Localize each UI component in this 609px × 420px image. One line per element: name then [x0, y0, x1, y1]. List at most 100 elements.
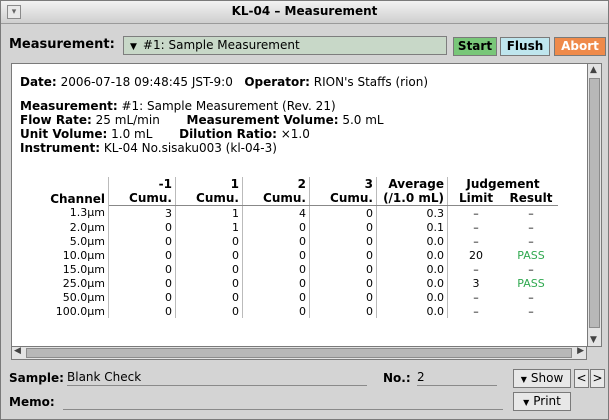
window-title: KL-04 – Measurement: [231, 4, 378, 18]
count-cell: 0: [175, 248, 243, 262]
limit-cell: –: [473, 262, 479, 276]
count-cell: 0: [309, 205, 377, 220]
cumu-header: Cumu.: [175, 191, 243, 206]
count-cell: 0: [108, 262, 176, 276]
scroll-up-icon[interactable]: ▲: [590, 65, 597, 75]
show-button[interactable]: ▼ Show: [513, 369, 571, 388]
count-cell: 0: [175, 290, 243, 304]
count-cell: 0: [175, 262, 243, 276]
count-cell: 0: [242, 220, 310, 234]
channel-cell: 50.0µm: [20, 290, 109, 304]
flow-rate-value: 25 mL/min: [95, 113, 160, 127]
print-button[interactable]: ▼ Print: [513, 392, 571, 411]
result-cell: PASS: [517, 276, 545, 290]
table-row: 10.0µm 0 0 0 0 0.0 20 PASS: [20, 248, 558, 262]
table-row: 25.0µm 0 0 0 0 0.0 3 PASS: [20, 276, 558, 290]
limit-header: Limit: [447, 191, 504, 206]
count-cell: 0: [108, 220, 176, 234]
instrument-label: Instrument:: [20, 141, 101, 155]
average-cell: 0.0: [376, 290, 448, 304]
count-cell: 0: [108, 290, 176, 304]
count-cell: 0: [108, 304, 176, 318]
unit-line: Unit Volume: 1.0 mL Dilution Ratio: ×1.0: [20, 127, 310, 141]
count-cell: 0: [309, 290, 377, 304]
toolbar: Measurement: ▼ #1: Sample Measurement Sta…: [1, 24, 608, 60]
title-bar[interactable]: ▾ KL-04 – Measurement: [1, 1, 608, 24]
next-button[interactable]: >: [590, 369, 605, 388]
count-cell: 0: [175, 234, 243, 248]
table-row: 100.0µm 0 0 0 0 0.0 – –: [20, 304, 558, 318]
prev-button[interactable]: <: [574, 369, 589, 388]
abort-button[interactable]: Abort: [554, 37, 606, 56]
result-cell: –: [528, 220, 534, 234]
flow-line: Flow Rate: 25 mL/min Measurement Volume:…: [20, 113, 384, 127]
operator-label: Operator:: [244, 75, 310, 89]
limit-cell: –: [473, 304, 479, 318]
count-cell: 0: [309, 276, 377, 290]
col-2-header: 2: [242, 177, 310, 191]
info-measurement-value: #1: Sample Measurement (Rev. 21): [121, 99, 336, 113]
count-cell: 0: [309, 234, 377, 248]
scroll-left-icon[interactable]: ◀: [14, 346, 21, 356]
sample-input[interactable]: Blank Check: [67, 369, 367, 386]
cumu-header: Cumu.: [242, 191, 310, 206]
channel-cell: 2.0µm: [20, 220, 109, 234]
count-cell: 0: [242, 248, 310, 262]
table-row: 5.0µm 0 0 0 0 0.0 – –: [20, 234, 558, 248]
show-dropdown-icon: ▼: [520, 375, 527, 384]
judgement-header: Judgement: [466, 177, 540, 191]
result-cell: –: [528, 290, 534, 304]
start-button[interactable]: Start: [453, 37, 497, 56]
scroll-right-icon[interactable]: ▶: [577, 346, 584, 356]
cumu-header: Cumu.: [108, 191, 176, 206]
measurement-label: Measurement:: [9, 37, 115, 52]
channel-cell: 5.0µm: [20, 234, 109, 248]
result-cell: –: [528, 206, 534, 220]
vertical-scroll-thumb[interactable]: [589, 78, 600, 328]
count-cell: 0: [309, 248, 377, 262]
dilution-label: Dilution Ratio:: [179, 127, 277, 141]
limit-cell: 20: [469, 248, 483, 262]
average-header: Average: [376, 177, 448, 191]
count-cell: 0: [309, 304, 377, 318]
count-cell: 1: [175, 205, 243, 220]
count-cell: 0: [108, 234, 176, 248]
limit-cell: –: [473, 206, 479, 220]
measurement-select-value: #1: Sample Measurement: [142, 38, 300, 52]
scroll-down-icon[interactable]: ▼: [590, 335, 597, 345]
channel-cell: 100.0µm: [20, 304, 109, 318]
measurement-select[interactable]: ▼ #1: Sample Measurement: [123, 36, 447, 55]
average-unit-header: (/1.0 mL): [376, 191, 448, 206]
table-row: 2.0µm 0 1 0 0 0.1 – –: [20, 220, 558, 234]
no-input[interactable]: 2: [417, 369, 497, 386]
memo-label: Memo:: [9, 395, 55, 409]
horizontal-scroll-thumb[interactable]: [26, 348, 572, 358]
date-label: Date:: [20, 75, 57, 89]
meas-volume-value: 5.0 mL: [342, 113, 384, 127]
count-cell: 0: [242, 290, 310, 304]
date-value: 2006-07-18 09:48:45 JST-9:0: [60, 75, 233, 89]
col-1-header: 1: [175, 177, 243, 191]
operator-value: RION's Staffs (rion): [313, 75, 429, 89]
meas-volume-label: Measurement Volume:: [186, 113, 339, 127]
count-cell: 1: [175, 220, 243, 234]
result-cell: PASS: [517, 248, 545, 262]
count-cell: 0: [175, 304, 243, 318]
channel-header: Channel: [20, 177, 109, 206]
memo-input[interactable]: [63, 393, 503, 410]
measurement-table: Channel -1 1 2 3 Average Judgement Cumu.…: [20, 177, 558, 318]
show-button-label: Show: [530, 371, 564, 385]
count-cell: 0: [108, 248, 176, 262]
count-cell: 0: [175, 276, 243, 290]
vertical-scrollbar[interactable]: ▲ ▼: [587, 63, 602, 347]
result-cell: –: [528, 234, 534, 248]
dropdown-arrow-icon: ▼: [130, 42, 137, 52]
horizontal-scrollbar[interactable]: ◀ ▶: [11, 346, 587, 360]
average-cell: 0.1: [376, 220, 448, 234]
unit-volume-value: 1.0 mL: [111, 127, 153, 141]
results-panel: Date: 2006-07-18 09:48:45 JST-9:0 Operat…: [11, 63, 588, 347]
flush-button[interactable]: Flush: [500, 37, 550, 56]
average-cell: 0.3: [376, 205, 448, 220]
channel-cell: 15.0µm: [20, 262, 109, 276]
info-measurement-label: Measurement:: [20, 99, 118, 113]
